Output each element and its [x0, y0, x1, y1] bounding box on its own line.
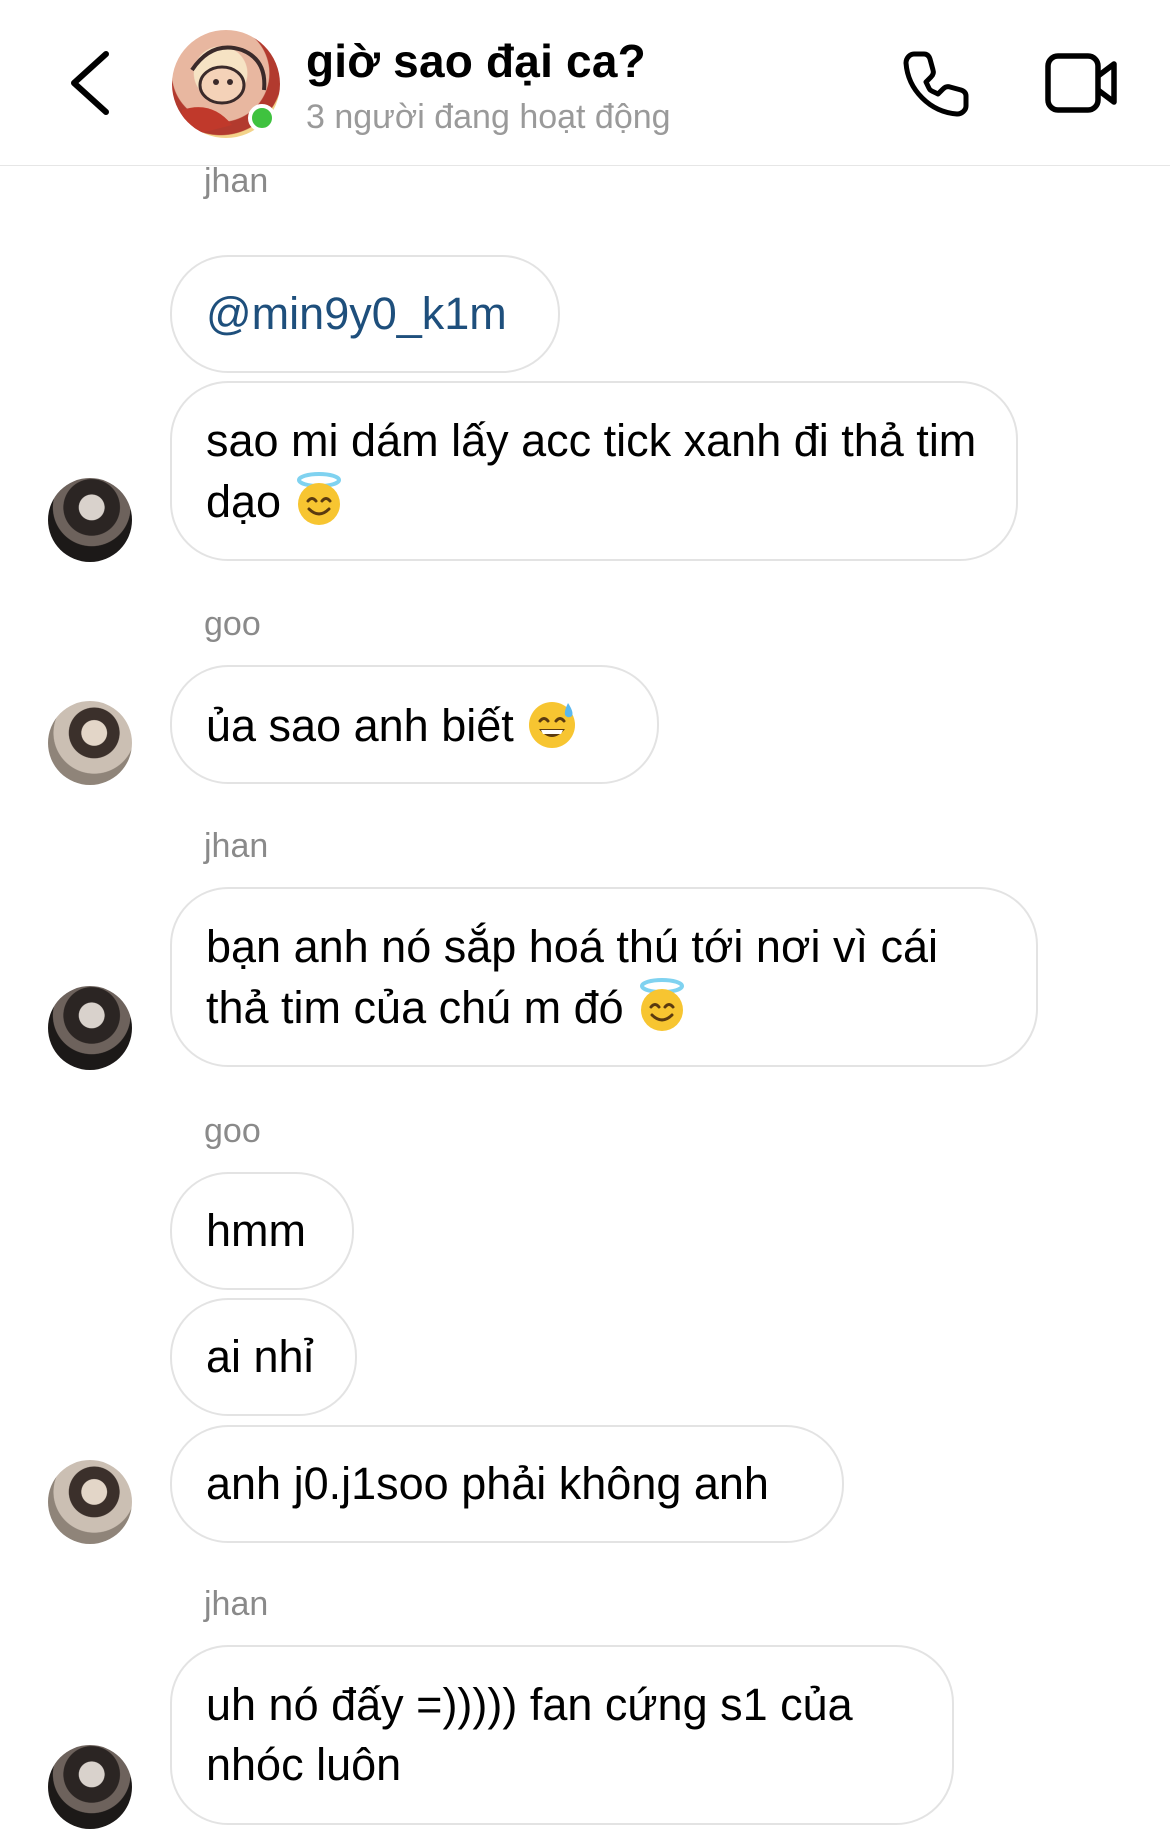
sender-name: goo: [204, 1112, 261, 1150]
chat-title[interactable]: giờ sao đại ca?: [306, 34, 646, 88]
smiling-face-with-halo-icon: [297, 472, 342, 525]
message-bubble[interactable]: ủa sao anh biết: [170, 665, 659, 784]
active-status: 3 người đang hoạt động: [306, 98, 671, 136]
message-bubble[interactable]: bạn anh nó sắp hoá thú tới nơi vì cái th…: [170, 887, 1038, 1067]
video-call-button[interactable]: [1044, 50, 1120, 116]
message-text: anh j0.j1soo phải không anh: [206, 1458, 769, 1509]
back-button[interactable]: [62, 48, 118, 118]
chevron-left-icon: [71, 51, 109, 115]
message-bubble[interactable]: anh j0.j1soo phải không anh: [170, 1425, 844, 1543]
avatar-jhan[interactable]: [48, 478, 132, 562]
sender-name: jhan: [204, 827, 269, 865]
avatar-goo[interactable]: [48, 1460, 132, 1544]
avatar-jhan[interactable]: [48, 986, 132, 1070]
sender-name: jhan: [204, 162, 269, 200]
chat-header: giờ sao đại ca? 3 người đang hoạt động: [0, 0, 1170, 166]
message-text: ủa sao anh biết: [206, 700, 514, 751]
voice-call-button[interactable]: [900, 46, 974, 120]
grinning-face-with-sweat-icon: [528, 702, 575, 748]
message-text: hmm: [206, 1205, 306, 1256]
phone-icon: [903, 51, 969, 117]
avatar-jhan[interactable]: [48, 1745, 132, 1829]
avatar-goo[interactable]: [48, 701, 132, 785]
message-bubble[interactable]: hmm: [170, 1172, 354, 1290]
smiling-face-with-halo-icon: [639, 978, 684, 1031]
message-bubble[interactable]: @min9y0_k1m: [170, 255, 560, 373]
video-camera-icon: [1045, 53, 1117, 113]
message-bubble[interactable]: uh nó đấy =))))) fan cứng s1 của nhóc lu…: [170, 1645, 954, 1825]
sender-name: jhan: [204, 1585, 269, 1623]
online-indicator: [248, 104, 276, 132]
sender-name: goo: [204, 605, 261, 643]
mention-link[interactable]: @min9y0_k1m: [206, 288, 507, 339]
message-bubble[interactable]: sao mi dám lấy acc tick xanh đi thả tim …: [170, 381, 1018, 561]
message-text: uh nó đấy =))))) fan cứng s1 của nhóc lu…: [206, 1679, 853, 1790]
message-text: bạn anh nó sắp hoá thú tới nơi vì cái th…: [206, 921, 938, 1033]
message-text: ai nhỉ: [206, 1331, 314, 1382]
message-bubble[interactable]: ai nhỉ: [170, 1298, 357, 1416]
